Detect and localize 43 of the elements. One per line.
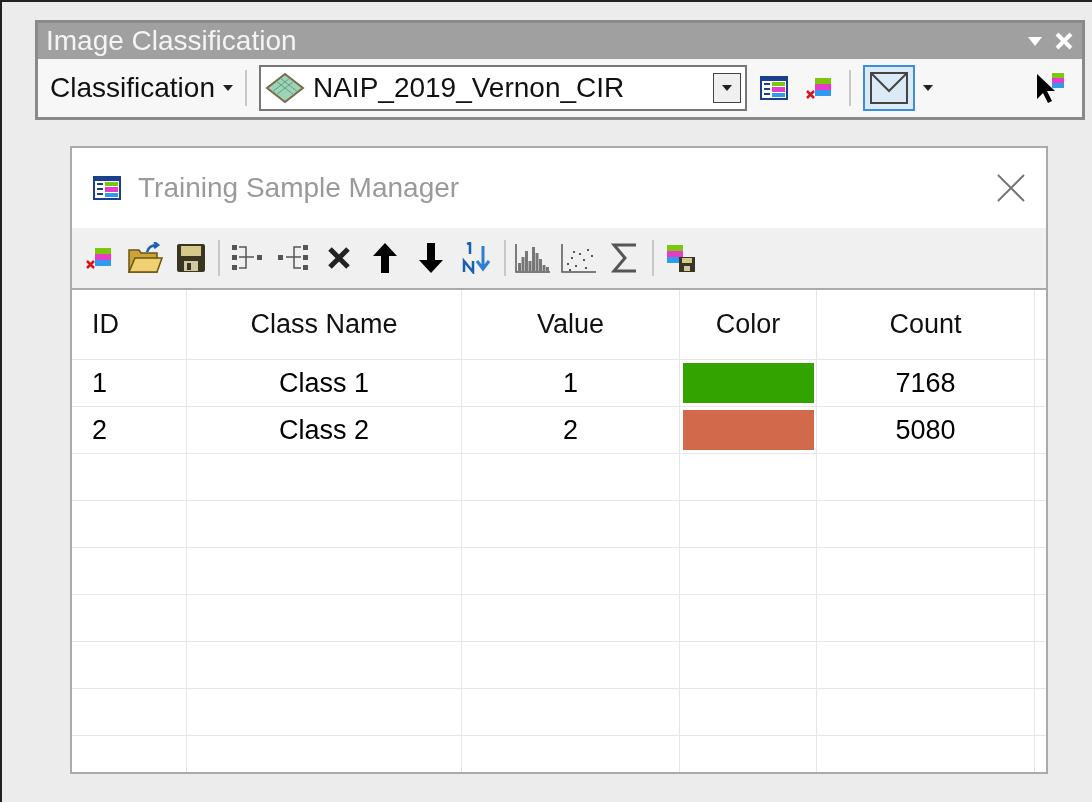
merge-icon (230, 243, 264, 273)
scatterplot-icon (561, 243, 597, 273)
caret-icon (222, 85, 233, 91)
pointer-icon (1034, 71, 1066, 105)
color-swatch[interactable] (682, 410, 814, 450)
preview-button[interactable] (862, 65, 915, 111)
close-icon[interactable] (996, 173, 1026, 203)
table-cell: 1 (462, 360, 680, 406)
sigma-icon (611, 243, 639, 273)
dialog-app-icon[interactable] (92, 175, 122, 201)
column-header[interactable]: Class Name (187, 290, 462, 359)
split-icon (276, 243, 310, 273)
toolbar-title: Image Classification (46, 27, 297, 55)
column-header[interactable]: Count (817, 290, 1035, 359)
table-cell: 7168 (817, 360, 1035, 406)
envelope-icon (868, 71, 909, 105)
column-header[interactable]: Color (680, 290, 817, 359)
column-header[interactable]: Value (462, 290, 680, 359)
sort-icon (461, 242, 493, 274)
preview-caret-icon (922, 85, 933, 91)
folder-icon (127, 242, 163, 274)
layer-combobox[interactable]: NAIP_2019_Vernon_CIR (258, 65, 747, 111)
column-header[interactable]: ID (72, 290, 187, 359)
combobox-caret-icon (721, 85, 732, 91)
table-cell: 2 (72, 407, 187, 453)
table-cell: Class 2 (187, 407, 462, 453)
table-cell: Class 1 (187, 360, 462, 406)
histogram-icon (515, 243, 551, 273)
arrow-up-icon (372, 242, 398, 274)
classes-save-icon (665, 243, 697, 273)
combobox-arrow-button[interactable] (712, 73, 741, 103)
table-cell: 2 (462, 407, 680, 453)
raster-layer-icon (264, 72, 305, 104)
clear-classes-icon[interactable] (85, 245, 113, 271)
dropdown-arrow-icon[interactable] (1028, 36, 1042, 46)
layer-name: NAIP_2019_Vernon_CIR (312, 71, 626, 105)
color-swatch[interactable] (682, 363, 814, 403)
table-cell: 5080 (817, 407, 1035, 453)
table-cell: 1 (72, 360, 187, 406)
dialog-title: Training Sample Manager (138, 171, 461, 205)
arrow-down-icon (418, 242, 444, 274)
classification-menu[interactable]: Classification (50, 67, 233, 109)
delete-icon (326, 245, 352, 271)
